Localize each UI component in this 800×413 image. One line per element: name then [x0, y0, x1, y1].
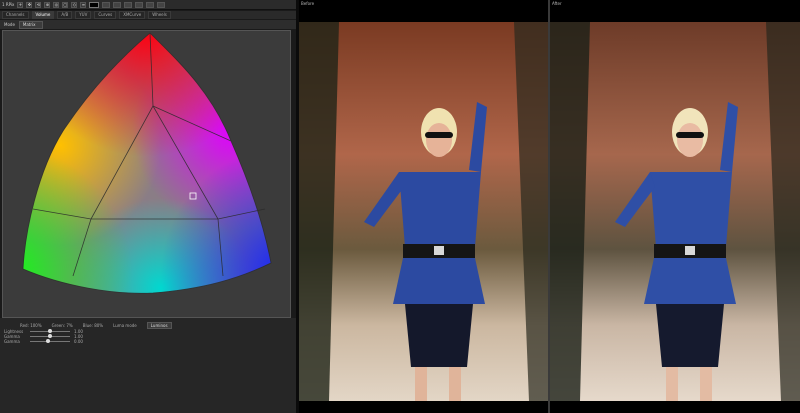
before-panel: Before [299, 0, 548, 413]
green-readout: Green: 7% [51, 323, 73, 328]
channel-readouts: Red: 100% Green: 7% Blue: 80% Luma mode … [20, 322, 172, 329]
slider-track[interactable] [30, 329, 70, 333]
top-toolbar: 1 RPix + ✥ ⟲ ⊕ ◎ ▢ ◇ ≡ [0, 0, 296, 10]
rotate-icon[interactable]: ⟲ [35, 1, 42, 8]
slider-label: Gamma [4, 339, 20, 344]
slider-group: Lightness 1.00 Gamma 1.00 Gamma 0.00 [4, 329, 83, 344]
tab-volume[interactable]: Volume [31, 11, 55, 19]
before-photo [299, 22, 548, 401]
lower-controls: Red: 100% Green: 7% Blue: 80% Luma mode … [0, 318, 296, 413]
preset-label[interactable]: 1 RPix [2, 2, 14, 7]
menu-icon[interactable]: ≡ [80, 1, 87, 8]
tab-curves[interactable]: Curves [94, 11, 117, 19]
color-swatch[interactable] [89, 1, 100, 8]
before-caption: Before [301, 1, 315, 6]
slider-track[interactable] [30, 334, 70, 338]
slider-handle[interactable] [46, 339, 50, 343]
red-readout: Red: 100% [20, 323, 42, 328]
tab-wheels[interactable]: Wheels [148, 11, 171, 19]
tab-bar: Channels Volume A/B YUV Curves XMCurve W… [0, 11, 296, 19]
plus-icon[interactable]: + [17, 1, 24, 8]
slider-track[interactable] [30, 339, 70, 343]
after-photo [550, 22, 800, 401]
tab-xmcurve[interactable]: XMCurve [119, 11, 146, 19]
tab-ab[interactable]: A/B [57, 11, 73, 19]
tab-yuv[interactable]: YUV [75, 11, 92, 19]
color-volume-canvas[interactable] [2, 30, 291, 318]
grid-icon[interactable] [146, 1, 155, 8]
grid-icon[interactable] [113, 1, 122, 8]
slider-handle[interactable] [48, 329, 52, 333]
mode-select[interactable]: Matrix [18, 20, 43, 29]
slider-row: Gamma 0.00 [4, 339, 83, 344]
slider-value: 0.00 [74, 339, 83, 344]
target-icon[interactable]: ◎ [53, 1, 60, 8]
grid-icon[interactable] [102, 1, 111, 8]
color-volume-shape[interactable] [3, 31, 290, 317]
crosshair-icon[interactable]: ⊕ [44, 1, 51, 8]
blue-readout: Blue: 80% [82, 323, 104, 328]
square-icon[interactable]: ▢ [62, 1, 69, 8]
grid-icon[interactable] [157, 1, 166, 8]
mode-label: Mode [4, 22, 15, 27]
after-caption: After [552, 1, 562, 6]
after-panel: After [550, 0, 800, 413]
luma-mode-label: Luma mode [113, 323, 137, 328]
grid-icon[interactable] [124, 1, 133, 8]
diamond-icon[interactable]: ◇ [71, 1, 78, 8]
tab-channels[interactable]: Channels [2, 11, 29, 19]
grid-icon[interactable] [135, 1, 144, 8]
luma-mode-select[interactable]: Luminos [146, 322, 172, 329]
mode-bar: Mode Matrix [0, 20, 296, 29]
slider-handle[interactable] [48, 334, 52, 338]
move-icon[interactable]: ✥ [26, 1, 33, 8]
